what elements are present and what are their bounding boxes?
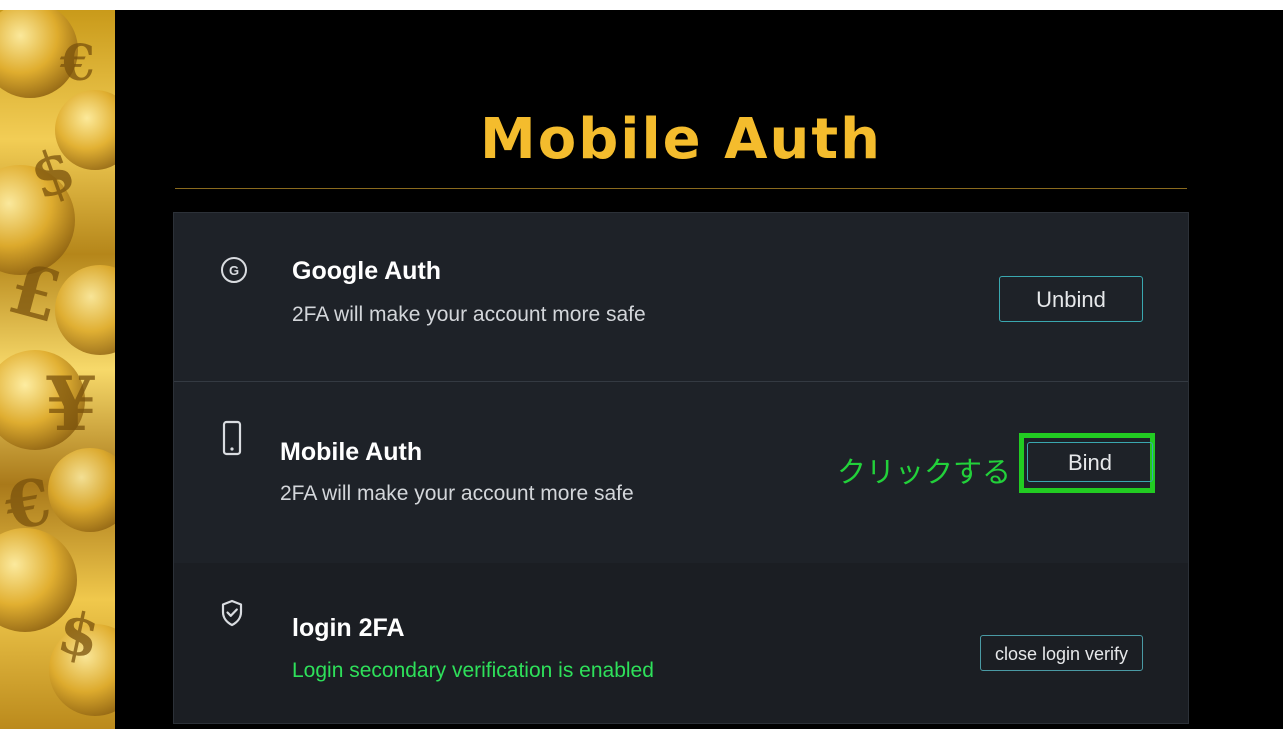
click-instruction-annotation: クリックする — [837, 455, 1012, 489]
mobile-auth-description: 2FA will make your account more safe — [280, 482, 634, 505]
slide: $ £ ¥ € $ € Mobile Auth G Google Auth 2F… — [0, 10, 1283, 729]
google-auth-title: Google Auth — [292, 257, 442, 285]
google-auth-description: 2FA will make your account more safe — [292, 303, 646, 326]
svg-text:G: G — [229, 263, 239, 278]
close-login-verify-button[interactable]: close login verify — [980, 635, 1143, 671]
mobile-auth-row: Mobile Auth 2FA will make your account m… — [174, 382, 1188, 562]
svg-text:¥: ¥ — [45, 360, 97, 448]
title-divider — [175, 188, 1187, 189]
phone-icon — [222, 420, 242, 456]
google-circle-icon: G — [220, 256, 248, 284]
login-2fa-row: login 2FA Login secondary verification i… — [174, 563, 1188, 723]
screenshot-frame: $ £ ¥ € $ € Mobile Auth G Google Auth 2F… — [0, 0, 1283, 731]
login-2fa-status: Login secondary verification is enabled — [292, 659, 654, 682]
google-auth-row: G Google Auth 2FA will make your account… — [174, 213, 1188, 382]
login-2fa-title: login 2FA — [292, 614, 405, 642]
page-title: Mobile Auth — [480, 107, 882, 172]
gold-currency-decoration: $ £ ¥ € $ € — [0, 10, 115, 729]
shield-check-icon — [220, 599, 244, 627]
bind-button[interactable]: Bind — [1027, 442, 1153, 482]
auth-settings-panel: G Google Auth 2FA will make your account… — [173, 212, 1189, 724]
unbind-button[interactable]: Unbind — [999, 276, 1143, 322]
mobile-auth-title: Mobile Auth — [280, 438, 423, 466]
svg-text:€: € — [59, 33, 95, 92]
currency-symbols-image: $ £ ¥ € $ € — [0, 10, 115, 716]
